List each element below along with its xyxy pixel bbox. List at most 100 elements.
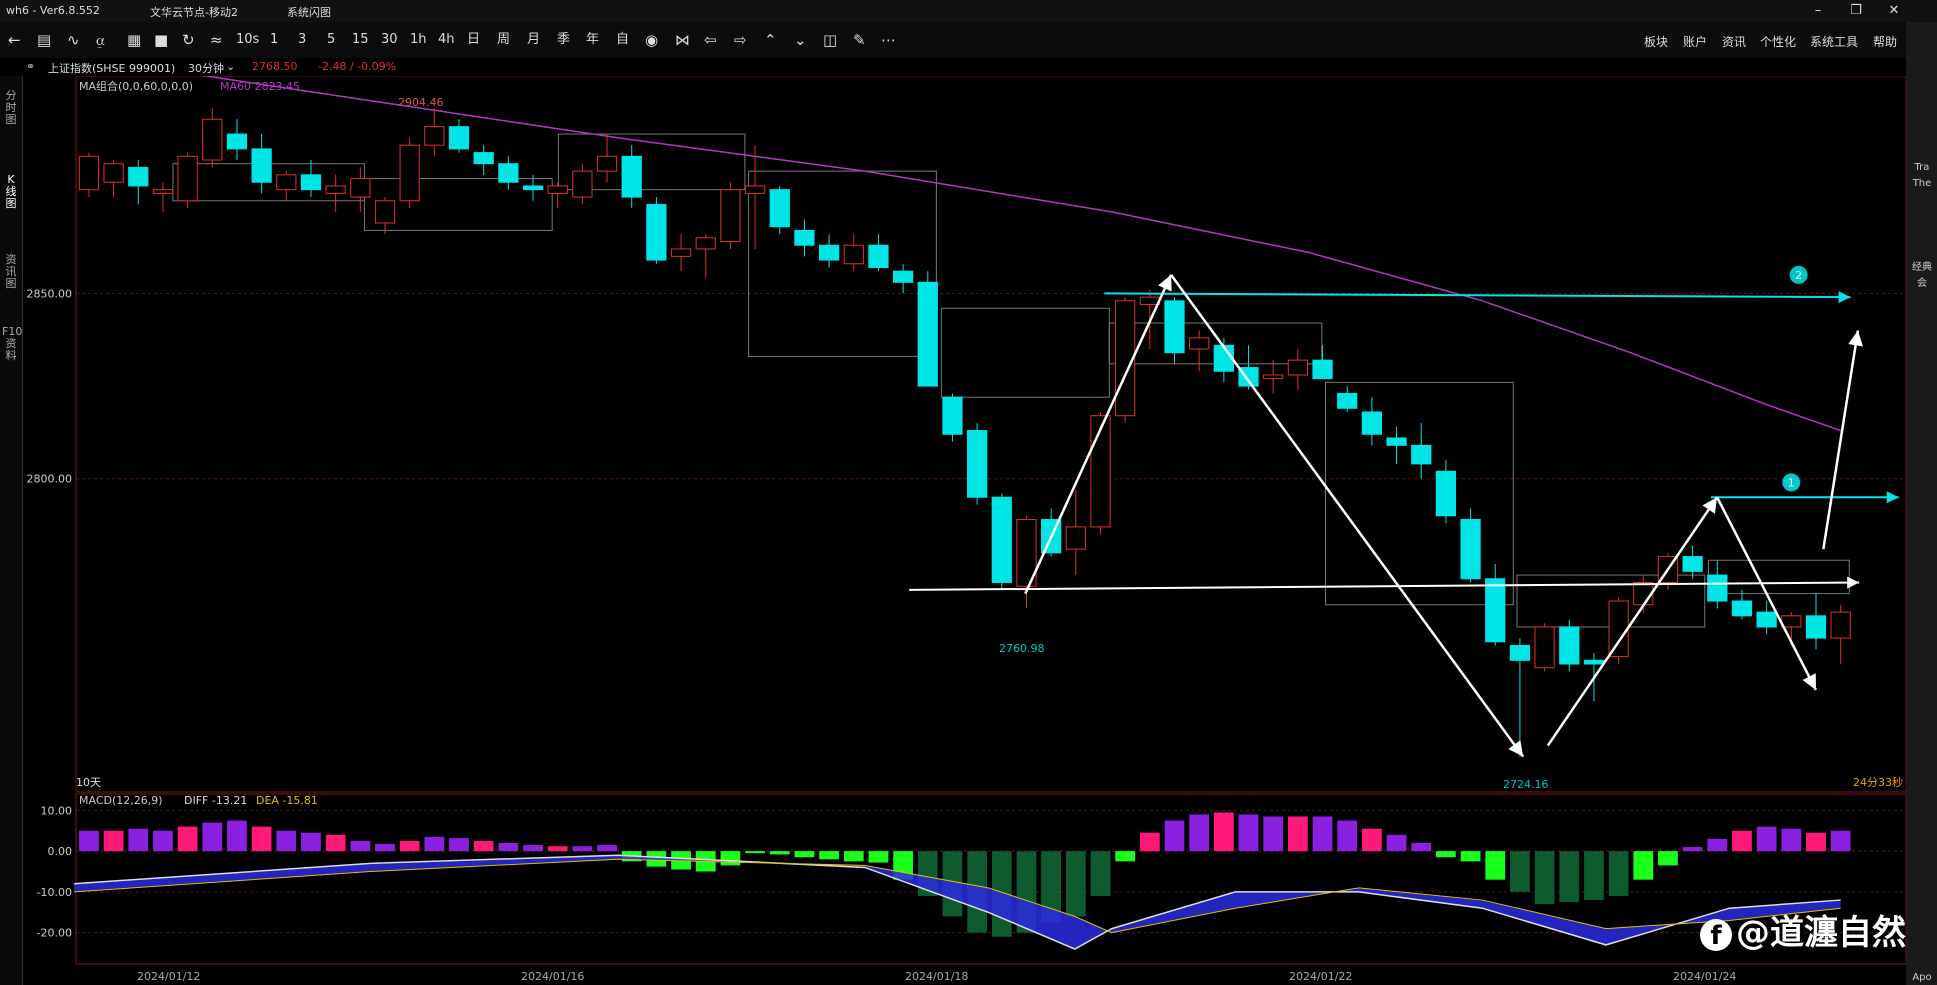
side-item-4[interactable]: 会 xyxy=(1908,278,1936,290)
period-chevron-icon[interactable]: ⌄ xyxy=(226,60,235,73)
candle-up xyxy=(1189,337,1210,350)
candle-up xyxy=(350,178,371,198)
macd-tick-label: -20.00 xyxy=(37,927,72,940)
macd-tick-label: 10.00 xyxy=(41,804,73,817)
pen-icon[interactable]: ✎ xyxy=(853,31,866,49)
menu-news[interactable]: 资讯 xyxy=(1722,33,1746,50)
side-item-2[interactable]: The xyxy=(1908,178,1936,190)
bar-icon[interactable]: ▦ xyxy=(127,31,141,49)
side-item-3[interactable]: 经典 xyxy=(1908,262,1936,274)
price-tick-label: 2800.00 xyxy=(27,473,73,486)
macd-histogram-bar xyxy=(128,828,149,852)
candle-down xyxy=(621,155,642,198)
macd-histogram-bar xyxy=(1485,851,1506,880)
period-custom[interactable]: 自 xyxy=(616,31,629,49)
eye-icon[interactable]: ◉ xyxy=(645,31,658,49)
right-side-panel: Tra The 经典 会 Apo xyxy=(1906,22,1937,985)
kline-icon[interactable]: ⍶ xyxy=(96,31,105,49)
candle-down xyxy=(942,396,963,435)
wave-arrow xyxy=(1024,274,1173,595)
period-1h[interactable]: 1h xyxy=(410,31,427,49)
line-icon[interactable]: ∿ xyxy=(67,31,80,49)
side-item-5[interactable]: Apo xyxy=(1908,972,1936,984)
app-version: wh6 - Ver6.8.552 xyxy=(6,4,100,17)
candle-up xyxy=(547,185,568,194)
candle-down xyxy=(1509,644,1531,661)
candle-down xyxy=(1559,626,1580,665)
candle-up xyxy=(177,155,198,202)
period-15[interactable]: 15 xyxy=(352,31,369,49)
menu-system-tools[interactable]: 系统工具 xyxy=(1810,33,1858,50)
chevron-up-icon[interactable]: ⌃ xyxy=(764,31,777,49)
macd-histogram-bar xyxy=(597,845,617,852)
minimize-icon[interactable]: – xyxy=(1806,2,1830,20)
layout-icon[interactable]: ◫ xyxy=(823,31,837,49)
instrument-name[interactable]: 上证指数(SHSE 999001) xyxy=(48,60,175,76)
ma-combo-label[interactable]: MA组合(0,0,60,0,0,0) xyxy=(79,79,193,93)
candle-down xyxy=(522,185,544,191)
candle-down xyxy=(1682,556,1703,572)
candle-up xyxy=(374,200,396,224)
side-item-1[interactable]: Tra xyxy=(1908,162,1936,174)
period-week[interactable]: 周 xyxy=(497,31,510,49)
range-box xyxy=(940,307,1110,398)
macd-histogram-bar xyxy=(1658,851,1678,866)
macd-histogram-bar xyxy=(843,851,864,862)
period-5[interactable]: 5 xyxy=(327,31,335,49)
link-icon[interactable]: ⚭ xyxy=(26,60,35,73)
candle-down xyxy=(818,244,840,261)
candle-up xyxy=(1287,359,1308,376)
period-month[interactable]: 月 xyxy=(527,31,540,49)
macd-histogram-bar xyxy=(572,846,593,852)
candle-up xyxy=(1534,626,1555,669)
period-select[interactable]: 30分钟 xyxy=(188,60,224,76)
restore-icon[interactable]: ❐ xyxy=(1844,2,1868,20)
period-30[interactable]: 30 xyxy=(381,31,398,49)
candle-up xyxy=(202,118,223,161)
arrow-left-icon[interactable]: ⇦ xyxy=(704,31,717,49)
kline-chart[interactable]: 2850.002800.0010.000.00-10.00-20.00 12 M… xyxy=(0,76,1906,985)
candle-down xyxy=(868,244,889,268)
candle-up xyxy=(1139,296,1160,306)
candle-up xyxy=(78,155,100,191)
watermark: f @道瀍自然 xyxy=(1700,905,1906,954)
macd-histogram-bar xyxy=(1238,814,1259,852)
period-1[interactable]: 1 xyxy=(270,31,278,49)
period-3[interactable]: 3 xyxy=(298,31,306,49)
candle-down xyxy=(1435,470,1457,517)
back-icon[interactable]: ← xyxy=(8,31,21,49)
macd-histogram-bar xyxy=(1263,816,1284,852)
macd-histogram-bar xyxy=(153,830,173,852)
period-4h[interactable]: 4h xyxy=(438,31,455,49)
close-icon[interactable]: ✕ xyxy=(1882,2,1906,20)
more-icon[interactable]: ⋯ xyxy=(881,31,896,49)
macd-histogram-bar xyxy=(1806,832,1826,852)
marker-badge-label: 1 xyxy=(1788,476,1795,489)
menu-sector[interactable]: 板块 xyxy=(1644,33,1668,50)
macd-dea-label: DEA -15.81 xyxy=(256,794,318,807)
menu-account[interactable]: 账户 xyxy=(1683,33,1707,50)
period-day[interactable]: 日 xyxy=(467,31,480,49)
menu-help[interactable]: 帮助 xyxy=(1873,33,1897,50)
macd-histogram-bar xyxy=(1164,820,1185,852)
candle-down xyxy=(1312,359,1333,380)
chart-grid: 2850.00 2800.00 10.00 0.00 -10.00 -20.00 xyxy=(27,76,1906,965)
candle-up xyxy=(744,185,766,194)
save-icon[interactable]: ■ xyxy=(154,31,168,49)
tool-icon[interactable]: ≈ xyxy=(210,31,223,49)
period-10s[interactable]: 10s xyxy=(236,31,259,49)
macd-histogram-bar xyxy=(325,834,346,852)
bowtie-icon[interactable]: ⋈ xyxy=(675,31,690,49)
list-icon[interactable]: ▤ xyxy=(37,31,51,49)
macd-histogram-bar xyxy=(276,830,297,852)
refresh-icon[interactable]: ↻ xyxy=(182,31,195,49)
menu-personalize[interactable]: 个性化 xyxy=(1760,33,1796,50)
title-menu[interactable]: 系统闪图 xyxy=(287,4,331,20)
chevron-down-icon[interactable]: ⌄ xyxy=(794,31,807,49)
candle-down xyxy=(646,203,667,261)
period-year[interactable]: 年 xyxy=(586,31,599,49)
arrow-right-icon[interactable]: ⇨ xyxy=(734,31,747,49)
macd-histogram-bar xyxy=(1436,851,1456,858)
period-quarter[interactable]: 季 xyxy=(557,31,570,49)
macd-label[interactable]: MACD(12,26,9) xyxy=(79,794,163,807)
